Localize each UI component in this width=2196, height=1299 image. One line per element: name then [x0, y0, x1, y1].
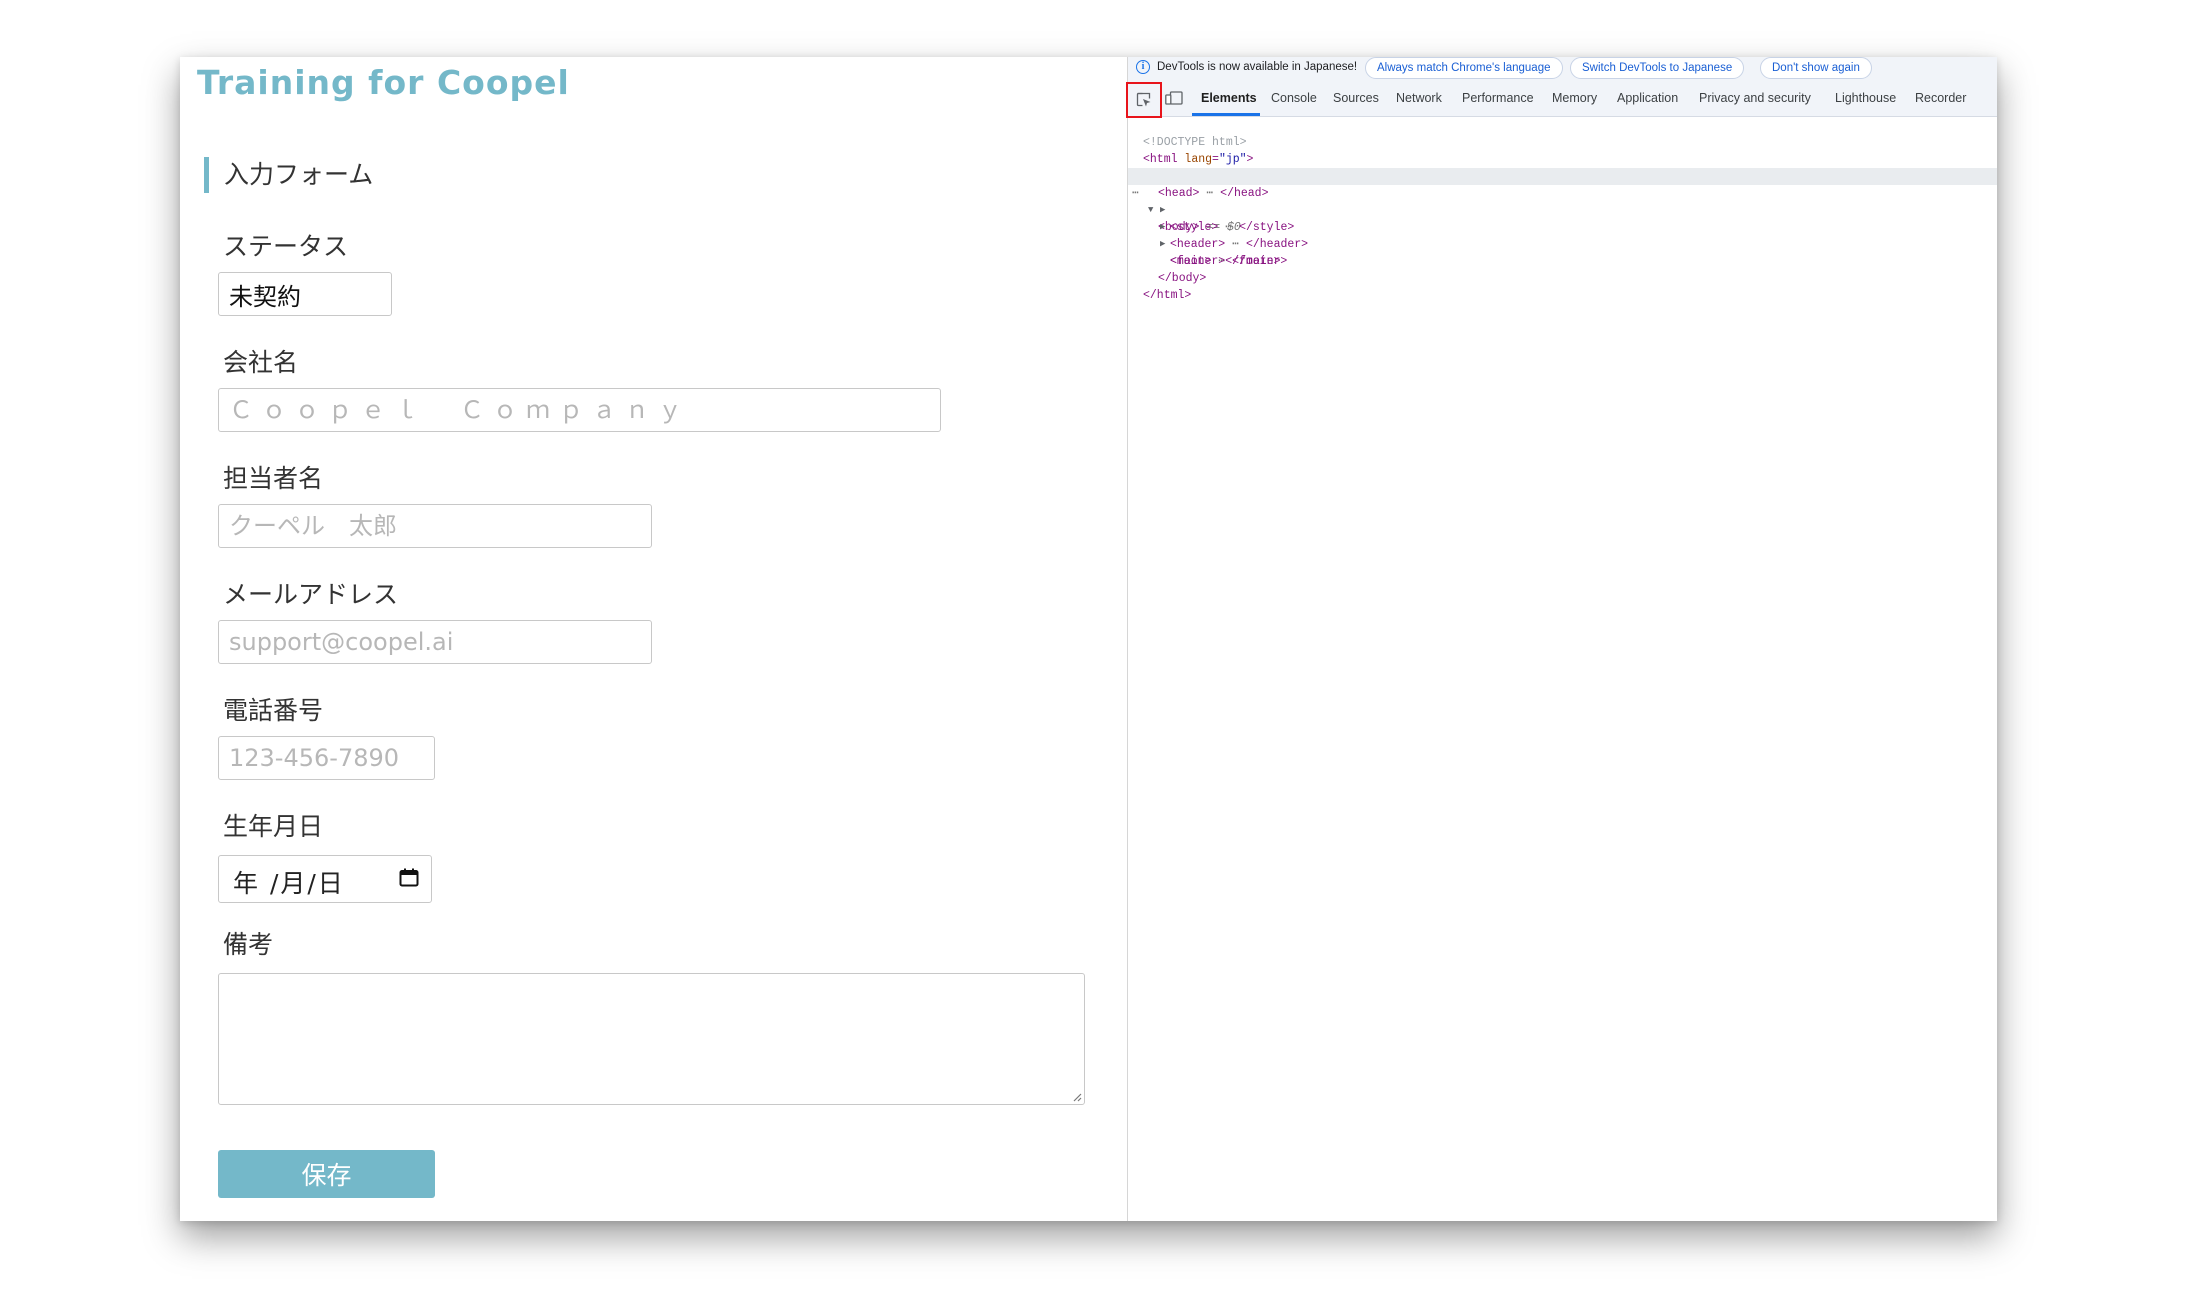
tab-console[interactable]: Console	[1271, 91, 1317, 105]
info-icon: i	[1136, 60, 1150, 74]
company-label: 会社名	[223, 348, 299, 377]
company-input[interactable]	[218, 388, 941, 432]
inspect-element-icon[interactable]	[1136, 92, 1152, 108]
always-match-language-button[interactable]: Always match Chrome's language	[1365, 57, 1563, 79]
tab-elements[interactable]: Elements	[1201, 91, 1257, 105]
dom-node-header[interactable]: ▶ <header> ⋯ </header>	[1128, 202, 1997, 251]
section-title: 入力フォーム	[224, 160, 374, 189]
device-toolbar-icon[interactable]	[1165, 91, 1183, 107]
dom-node-style[interactable]: ▶ <style> ⋯ </style>	[1128, 185, 1997, 234]
calendar-icon[interactable]	[399, 868, 419, 887]
email-input[interactable]	[218, 620, 652, 664]
tab-sources[interactable]: Sources	[1333, 91, 1379, 105]
browser-window: Training for Coopel 入力フォーム ステータス 会社名 担当者…	[180, 57, 1997, 1221]
tab-network[interactable]: Network	[1396, 91, 1442, 105]
birthday-label: 生年月日	[223, 812, 324, 841]
status-label: ステータス	[223, 232, 349, 261]
dom-node-html[interactable]: <html lang="jp">	[1128, 134, 1997, 166]
dom-node-html-close[interactable]: </html>	[1128, 270, 1997, 302]
birthday-date-text: 年 /月/日	[233, 869, 345, 898]
tab-application[interactable]: Application	[1617, 91, 1678, 105]
tab-lighthouse[interactable]: Lighthouse	[1835, 91, 1896, 105]
switch-to-japanese-button[interactable]: Switch DevTools to Japanese	[1570, 57, 1745, 79]
contact-name-label: 担当者名	[223, 464, 324, 493]
web-page: Training for Coopel 入力フォーム ステータス 会社名 担当者…	[180, 57, 1127, 1221]
dom-node-main[interactable]: ▶ <main> ⋯ </main>	[1128, 219, 1997, 268]
devtools-panel: i DevTools is now available in Japanese!…	[1126, 57, 1997, 1221]
dom-node-body[interactable]: ⋯ ▼ <body> == $0	[1128, 168, 1997, 234]
infobar-message: DevTools is now available in Japanese!	[1157, 61, 1358, 73]
active-tab-indicator	[1192, 113, 1260, 116]
save-button[interactable]: 保存	[218, 1150, 435, 1198]
dont-show-again-button[interactable]: Don't show again	[1760, 57, 1872, 79]
dom-node-doctype[interactable]: <!DOCTYPE html>	[1128, 117, 1997, 149]
resize-grip-icon[interactable]	[1072, 1092, 1082, 1102]
notes-label: 備考	[223, 930, 274, 959]
notes-textarea[interactable]	[218, 973, 1085, 1105]
dom-node-footer[interactable]: <footer></footer>	[1128, 236, 1997, 268]
tab-performance[interactable]: Performance	[1462, 91, 1534, 105]
tab-privacy-and-security[interactable]: Privacy and security	[1699, 91, 1811, 105]
birthday-date-input[interactable]: 年 /月/日	[218, 855, 432, 903]
contact-name-input[interactable]	[218, 504, 652, 548]
status-field[interactable]	[218, 272, 392, 316]
devtools-tabbar: Elements Console Sources Network Perform…	[1126, 81, 1997, 118]
phone-input[interactable]	[218, 736, 435, 780]
email-label: メールアドレス	[223, 580, 399, 609]
app-title: Training for Coopel	[197, 63, 570, 102]
dom-node-body-close[interactable]: </body>	[1128, 253, 1997, 285]
phone-label: 電話番号	[223, 696, 324, 725]
dom-node-head[interactable]: ▶ <head> ⋯ </head>	[1128, 151, 1997, 200]
language-infobar: i DevTools is now available in Japanese!…	[1128, 57, 1997, 81]
tab-memory[interactable]: Memory	[1552, 91, 1597, 105]
section-accent-bar	[204, 157, 209, 193]
tab-recorder[interactable]: Recorder	[1915, 91, 1966, 105]
